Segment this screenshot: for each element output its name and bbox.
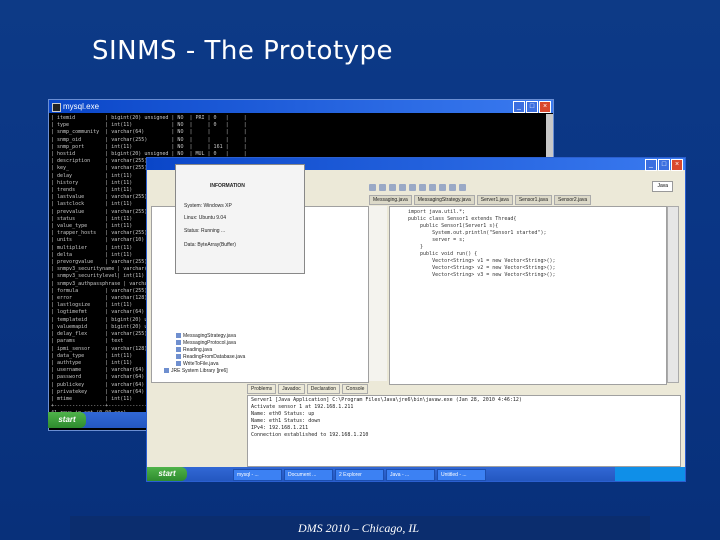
code-line: } — [408, 244, 424, 250]
java-file-icon — [176, 340, 181, 346]
eclipse-toolbar — [369, 181, 683, 193]
toolbar-icon[interactable] — [449, 183, 456, 191]
code-line: System.out.println("Sensor1 started"); — [408, 230, 547, 236]
slide-footer: DMS 2010 – Chicago, IL — [70, 516, 650, 540]
console-title: mysql.exe — [63, 102, 100, 111]
tree-item-label: ReadingFromDatabase.java — [183, 354, 246, 360]
tree-item[interactable]: Reading.java — [176, 347, 212, 354]
code-line: Vector<String> v3 = new Vector<String>()… — [408, 272, 556, 278]
taskbar-item[interactable]: 2 Explorer — [335, 469, 384, 481]
tree-item-label: JRE System Library [jre6] — [171, 368, 228, 374]
toolbar-icon[interactable] — [429, 183, 436, 191]
editor-tab[interactable]: Server1.java — [476, 195, 513, 205]
close-icon[interactable]: × — [539, 101, 551, 113]
console-output-line: Name: eth0 Status: up — [251, 411, 315, 417]
editor-tab[interactable]: MessagingStrategy.java — [413, 195, 475, 205]
console-output-line: IPv4: 192.168.1.211 — [251, 425, 309, 431]
dialog-line: System: Windows XP — [184, 203, 232, 209]
minimize-icon[interactable]: _ — [645, 159, 657, 171]
toolbar-icon[interactable] — [379, 183, 386, 191]
code-line: Vector<String> v2 = new Vector<String>()… — [408, 265, 556, 271]
code-line: public void run() { — [408, 251, 478, 257]
java-file-icon — [176, 347, 181, 353]
code-editor[interactable]: import java.util.*; public class Sensor1 … — [389, 206, 667, 385]
console-line: | snmp_oid | varchar(255) | NO | | | | — [51, 136, 247, 143]
console-icon — [52, 103, 61, 112]
bottom-tab[interactable]: Console — [342, 384, 369, 394]
java-file-icon — [164, 368, 169, 374]
bottom-panel-tabs: Problems Javadoc Declaration Console — [247, 384, 681, 394]
taskbar: start mysql - ... Document ... 2 Explorer J… — [147, 467, 685, 481]
editor-tab[interactable]: Sensor2.java — [554, 195, 592, 205]
tree-item-label: Reading.java — [183, 347, 213, 353]
java-file-icon — [176, 333, 181, 339]
toolbar-icon[interactable] — [369, 183, 376, 191]
java-file-icon — [176, 361, 181, 367]
system-tray — [615, 467, 685, 481]
taskbar-item[interactable]: Untitled - ... — [437, 469, 486, 481]
console-output-line: Server1 [Java Application] C:\Program Fi… — [251, 397, 522, 403]
slide-title: SINMS - The Prototype — [92, 36, 394, 66]
taskbar-item[interactable]: mysql - ... — [233, 469, 282, 481]
tree-item[interactable]: JRE System Library [jre6] — [164, 368, 228, 375]
maximize-icon[interactable]: □ — [526, 101, 538, 113]
minimize-icon[interactable]: _ — [513, 101, 525, 113]
close-icon[interactable]: × — [671, 159, 683, 171]
editor-gutter — [369, 206, 387, 381]
taskbar-item[interactable]: Document ... — [284, 469, 333, 481]
toolbar-icon[interactable] — [399, 183, 406, 191]
editor-tab[interactable]: Sensor1.java — [514, 195, 553, 205]
console-output-line: Activate sensor 1 at 192.168.1.211 — [251, 404, 354, 410]
code-line: public class Sensor1 extends Thread{ — [408, 216, 517, 222]
editor-tab[interactable]: Messaging.java — [369, 195, 412, 205]
dialog-line: Linux: Ubuntu 9.04 — [184, 215, 226, 221]
perspective-button[interactable]: Java — [652, 181, 673, 192]
tree-item[interactable]: ReadingFromDatabase.java — [176, 354, 245, 361]
dialog-line: Status: Running ... — [184, 228, 226, 234]
editor-tabs: Messaging.java MessagingStrategy.java Serv… — [369, 195, 675, 205]
code-line: Vector<String> v1 = new Vector<String>()… — [408, 258, 556, 264]
start-button[interactable]: start — [147, 467, 187, 481]
console-line: | snmp_community | varchar(64) | NO | | … — [51, 129, 247, 136]
maximize-icon[interactable]: □ — [658, 159, 670, 171]
taskbar-item[interactable]: Java - ... — [386, 469, 435, 481]
toolbar-icon[interactable] — [389, 183, 396, 191]
toolbar-icon[interactable] — [439, 183, 446, 191]
console-line: | type | int(11) | NO | | 0 | | — [51, 122, 247, 129]
start-button-small[interactable]: start — [48, 412, 86, 428]
console-titlebar[interactable]: mysql.exe _ □ × — [49, 100, 553, 113]
console-line: | snmp_port | int(11) | NO | | 161 | | — [51, 143, 247, 150]
java-file-icon — [176, 354, 181, 360]
toolbar-icon[interactable] — [459, 183, 466, 191]
dialog-line: Data: ByteArray(Buffer) — [184, 242, 236, 248]
tree-item[interactable]: MessagingStrategy.java — [176, 333, 236, 340]
tree-item[interactable]: MessagingProtocol.java — [176, 340, 236, 347]
eclipse-console: Server1 [Java Application] C:\Program Fi… — [247, 395, 681, 467]
tree-item-label: MessagingProtocol.java — [183, 340, 237, 346]
code-line: import java.util.*; — [408, 209, 466, 215]
toolbar-icon[interactable] — [409, 183, 416, 191]
console-output-line: Name: eth1 Status: down — [251, 418, 321, 424]
toolbar-icon[interactable] — [419, 183, 426, 191]
tree-item-label: MessagingStrategy.java — [183, 333, 236, 339]
console-line: | itemid | bigint(20) unsigned | NO | PR… — [51, 115, 247, 121]
editor-scrollbar[interactable] — [667, 206, 679, 383]
information-dialog[interactable]: INFORMATION System: Windows XP Linux: Ub… — [175, 164, 305, 274]
tree-item-label: WriteToFile.java — [183, 361, 219, 367]
dialog-title: INFORMATION — [210, 183, 245, 189]
bottom-tab[interactable]: Problems — [247, 384, 277, 394]
bottom-tab[interactable]: Declaration — [306, 384, 341, 394]
bottom-tab[interactable]: Javadoc — [278, 384, 305, 394]
code-line: public Sensor1(Server1 s){ — [408, 223, 499, 229]
footer-text: DMS 2010 – Chicago, IL — [298, 521, 419, 535]
code-line: server = s; — [408, 237, 466, 243]
tree-item[interactable]: WriteToFile.java — [176, 361, 218, 368]
console-output-line: Connection established to 192.168.1.210 — [251, 432, 369, 438]
